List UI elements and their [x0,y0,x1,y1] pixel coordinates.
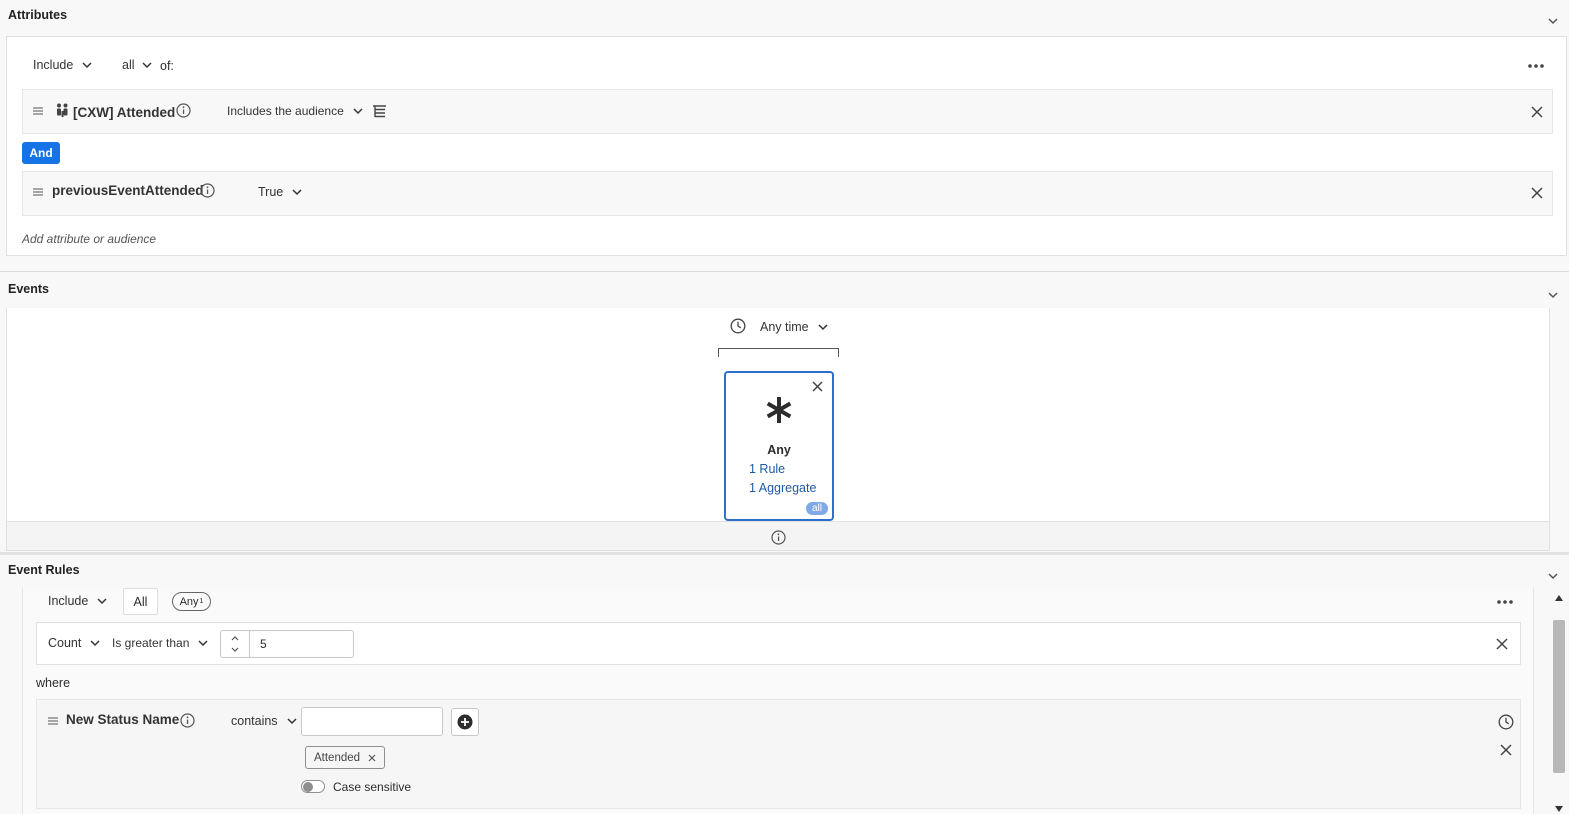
field-operator-label: contains [231,714,278,728]
field-value-input[interactable] [301,707,443,736]
value-tag: Attended [305,746,386,769]
attribute-value-dropdown[interactable]: True [258,185,303,199]
event-card-name: Any [767,443,791,457]
section-divider [0,552,1569,555]
info-icon[interactable] [771,530,786,545]
scroll-up-arrow-icon[interactable] [1555,595,1563,601]
chevron-down-icon [818,324,828,331]
chevron-down-icon [198,640,208,647]
info-icon[interactable] [180,713,195,728]
drag-handle-icon[interactable] [48,717,58,725]
more-options-icon[interactable] [1528,62,1544,70]
remove-rule-close-icon[interactable] [1530,186,1544,200]
tag-label: Attended [314,751,361,764]
event-rules-section-title: Event Rules [8,563,80,577]
toggle-knob [302,781,313,792]
audience-rule-name: [CXW] Attended [73,105,176,120]
where-label: where [36,676,71,690]
collapse-events-chevron-icon[interactable] [1547,289,1559,301]
aggregate-function-dropdown[interactable]: Count [48,636,101,650]
chevron-down-icon [90,640,100,647]
attributes-section-title: Attributes [8,8,68,22]
remove-event-close-icon[interactable] [812,381,823,392]
chevron-down-icon [353,108,363,115]
event-card-rules-link[interactable]: 1 Rule [749,462,785,476]
scroll-down-arrow-icon[interactable] [1555,806,1563,812]
time-label: Any time [760,320,809,334]
hierarchy-list-icon[interactable] [372,104,387,119]
count-label: Count [48,636,82,650]
drag-handle-icon[interactable] [33,107,43,115]
comparator-dropdown[interactable]: Is greater than [112,636,209,650]
count-value: 5 [260,637,267,651]
event-card-aggregates-link[interactable]: 1 Aggregate [749,481,816,495]
tab-all[interactable]: All [123,588,158,615]
clock-icon [730,318,746,334]
attributes-panel [6,36,1567,256]
and-operator-button[interactable]: And [22,142,60,164]
add-circle-icon [457,714,473,730]
remove-aggregate-close-icon[interactable] [1495,637,1509,651]
info-icon[interactable] [176,103,191,118]
collapse-attributes-chevron-icon[interactable] [1547,15,1559,27]
audience-icon [57,103,68,117]
remove-rule-close-icon[interactable] [1530,105,1544,119]
attribute-rule-row-2 [22,171,1553,216]
operator-label: Includes the audience [227,104,344,118]
attributes-include-dropdown[interactable]: Include [33,58,93,72]
chevron-down-icon [141,62,152,69]
event-rules-include-dropdown[interactable]: Include [48,594,108,608]
of-label: of: [160,59,174,73]
stepper-divider [249,631,250,657]
stepper-arrows-icon[interactable] [230,634,240,654]
include-label: Include [48,594,89,608]
section-divider [0,271,1569,272]
case-sensitive-label: Case sensitive [333,780,412,794]
chevron-down-icon [287,718,297,725]
asterisk-any-event-icon [766,397,792,423]
count-value-stepper[interactable] [220,630,354,658]
chevron-down-icon [292,189,302,196]
scrollbar-thumb[interactable] [1553,620,1565,773]
audience-operator-dropdown[interactable]: Includes the audience [227,104,364,118]
value-label: True [258,185,284,199]
remove-tag-close-icon[interactable] [368,754,376,762]
comparator-label: Is greater than [112,636,190,650]
collapse-event-rules-chevron-icon[interactable] [1547,570,1559,582]
any-count: 1 [199,598,204,605]
drag-handle-icon[interactable] [33,188,43,196]
all-label: all [122,58,135,72]
field-operator-dropdown[interactable]: contains [231,714,298,728]
time-range-dropdown[interactable]: Any time [760,320,829,334]
chevron-down-icon [97,598,107,605]
clock-icon[interactable] [1498,714,1514,730]
more-options-icon[interactable] [1497,598,1513,606]
include-label: Include [33,58,74,72]
remove-condition-close-icon[interactable] [1499,743,1513,757]
chevron-down-icon [82,62,92,69]
tab-any[interactable]: Any 1 [172,592,211,611]
sequence-bracket [718,348,839,357]
field-name: New Status Name [66,712,180,727]
any-label: Any [179,595,199,608]
attribute-rule-name: previousEventAttended [52,183,204,198]
event-card-all-badge: all [806,502,828,515]
attributes-all-dropdown[interactable]: all [122,58,153,72]
events-section-title: Events [8,282,49,296]
add-attribute-placeholder[interactable]: Add attribute or audience [22,232,156,246]
info-icon[interactable] [200,183,215,198]
